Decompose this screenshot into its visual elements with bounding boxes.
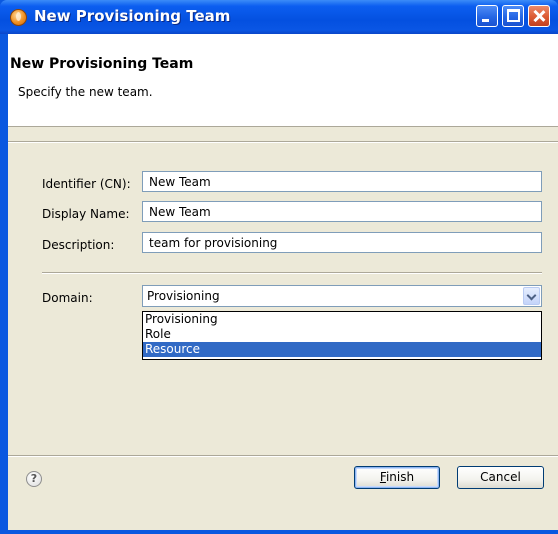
app-icon — [10, 9, 27, 26]
form-separator — [42, 272, 542, 274]
dialog-client-area: New Provisioning Team Specify the new te… — [8, 34, 558, 530]
finish-label: inish — [385, 470, 415, 484]
description-input[interactable] — [142, 232, 542, 253]
display-name-label: Display Name: — [42, 207, 130, 221]
domain-dropdown-list: Provisioning Role Resource — [142, 311, 542, 360]
title-bar[interactable]: New Provisioning Team — [0, 0, 558, 34]
dialog-window: New Provisioning Team New Provisioning T… — [0, 0, 558, 534]
dropdown-option-role[interactable]: Role — [143, 327, 541, 342]
page-description: Specify the new team. — [18, 85, 153, 99]
description-label: Description: — [42, 238, 115, 252]
close-button[interactable] — [528, 5, 550, 27]
window-title: New Provisioning Team — [34, 7, 231, 25]
help-icon[interactable]: ? — [26, 471, 42, 487]
finish-button[interactable]: Finish — [354, 466, 440, 489]
minimize-icon — [482, 19, 489, 22]
cancel-button[interactable]: Cancel — [457, 466, 544, 489]
maximize-button[interactable] — [502, 5, 524, 27]
minimize-button[interactable] — [476, 5, 498, 27]
page-title: New Provisioning Team — [10, 56, 194, 72]
dropdown-option-provisioning[interactable]: Provisioning — [143, 312, 541, 327]
domain-combo[interactable]: Provisioning — [142, 285, 542, 307]
banner-separator — [8, 141, 558, 143]
footer-separator — [8, 455, 558, 457]
close-icon — [529, 6, 549, 26]
dropdown-arrow-button[interactable] — [523, 287, 540, 305]
dropdown-option-resource[interactable]: Resource — [143, 342, 541, 357]
identifier-label: Identifier (CN): — [42, 177, 131, 191]
display-name-input[interactable] — [142, 201, 542, 222]
domain-label: Domain: — [42, 291, 93, 305]
wizard-banner: New Provisioning Team Specify the new te… — [8, 34, 558, 127]
maximize-icon — [507, 9, 520, 22]
chevron-down-icon — [526, 290, 537, 301]
domain-selected-value: Provisioning — [147, 289, 220, 303]
identifier-input[interactable] — [142, 171, 542, 192]
